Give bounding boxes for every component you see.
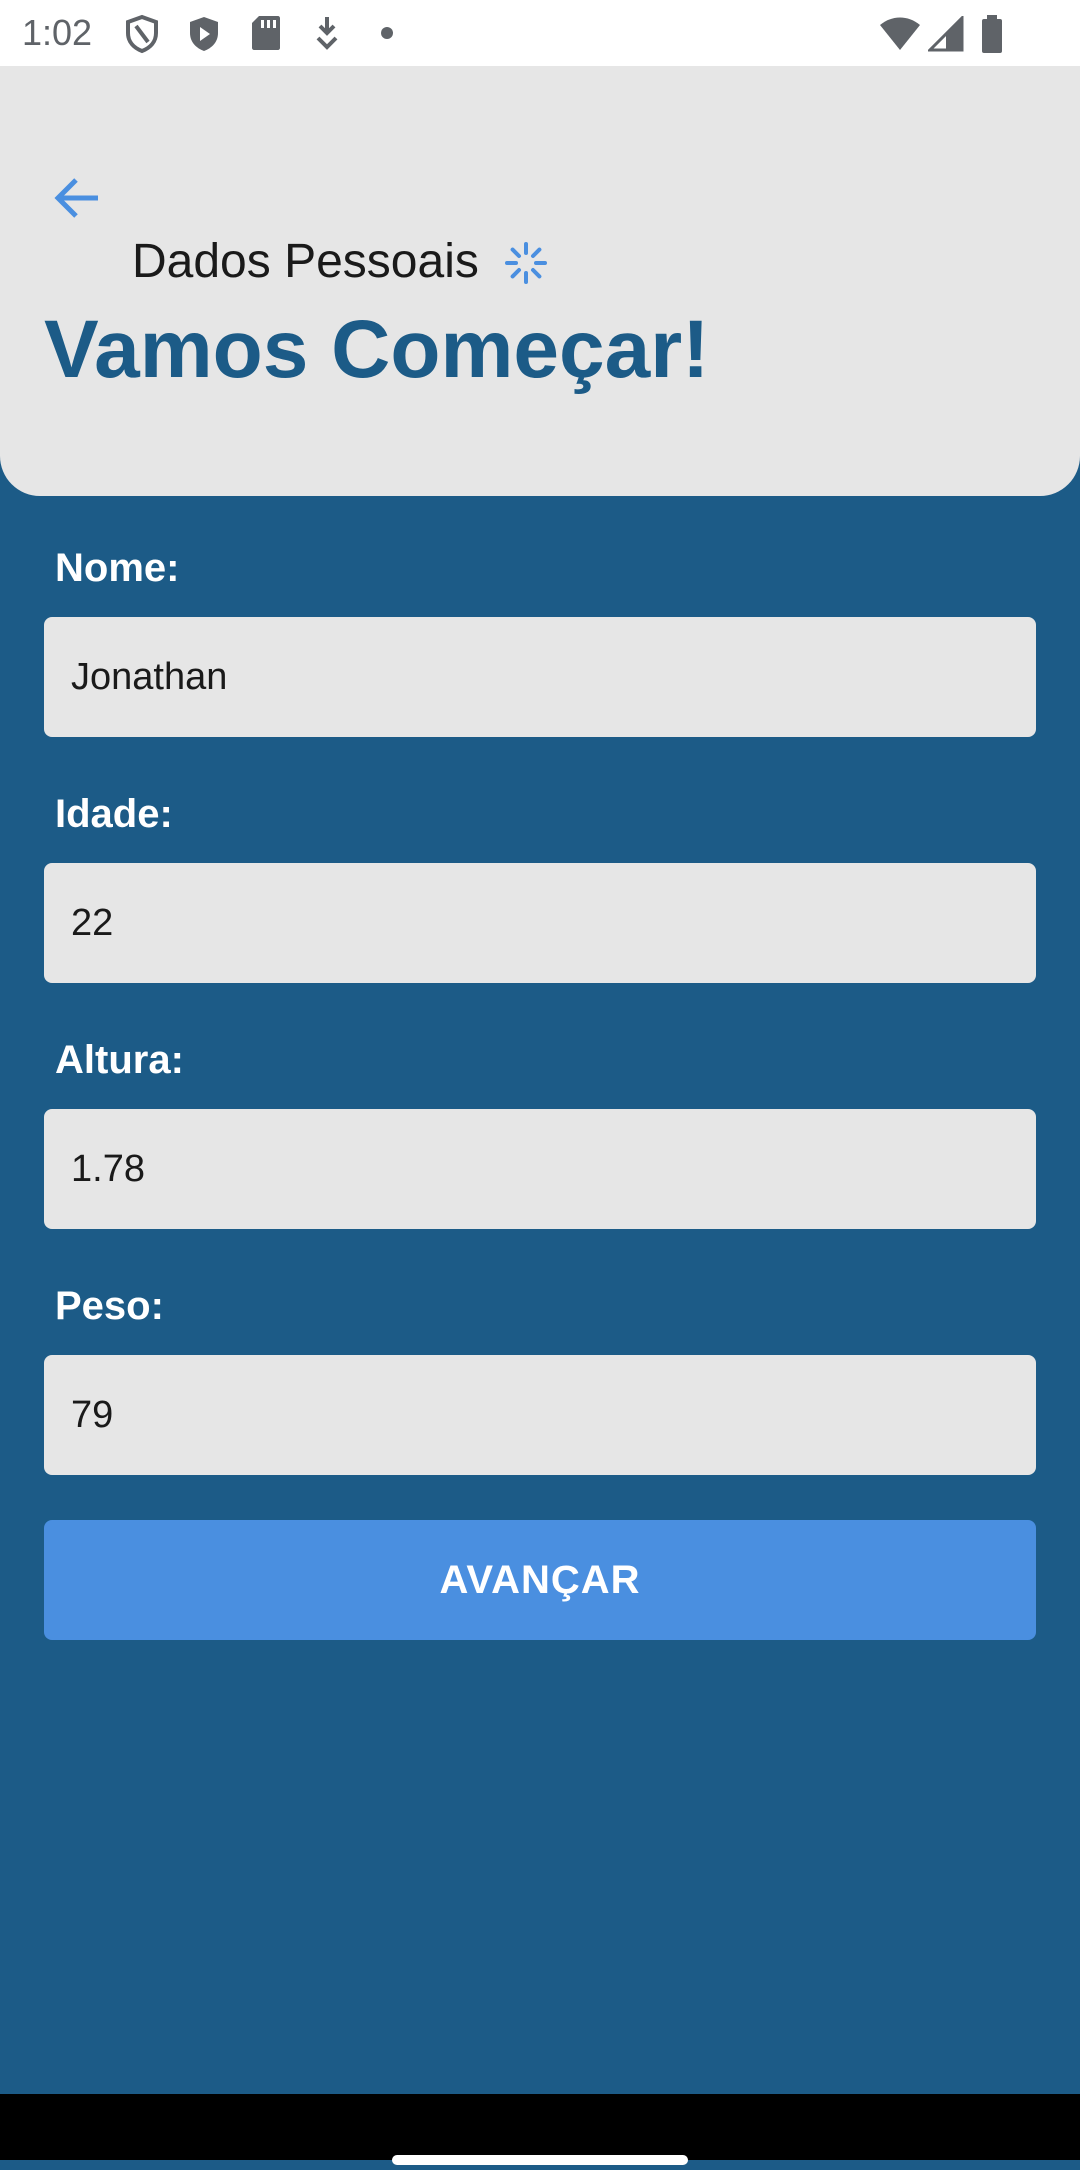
age-label: Idade:: [55, 792, 173, 836]
loading-spinner-icon: [504, 241, 548, 285]
dot-icon: [380, 26, 394, 45]
signal-icon: [926, 14, 964, 57]
battery-icon: [980, 14, 1004, 59]
name-field[interactable]: [44, 617, 1036, 737]
back-button[interactable]: [44, 167, 110, 233]
status-time: 1:02: [22, 12, 93, 53]
sd-card-icon: [250, 14, 282, 57]
name-label: Nome:: [55, 546, 180, 590]
status-bar: 1:02: [0, 0, 1080, 66]
height-label: Altura:: [55, 1038, 184, 1082]
age-field[interactable]: [44, 863, 1036, 983]
screen-title: Dados Pessoais: [132, 235, 479, 288]
advance-button[interactable]: AVANÇAR: [44, 1520, 1036, 1640]
page-headline: Vamos Começar!: [44, 304, 710, 395]
shield-outline-icon: [124, 14, 160, 59]
weight-field[interactable]: [44, 1355, 1036, 1475]
height-field[interactable]: [44, 1109, 1036, 1229]
shield-play-icon: [186, 14, 222, 59]
back-arrow-icon: [52, 176, 102, 225]
home-gesture-handle[interactable]: [392, 2152, 688, 2165]
weight-label: Peso:: [55, 1284, 164, 1328]
wifi-icon: [878, 16, 922, 57]
download-icon: [312, 14, 342, 57]
system-nav-bar: [0, 2094, 1080, 2160]
